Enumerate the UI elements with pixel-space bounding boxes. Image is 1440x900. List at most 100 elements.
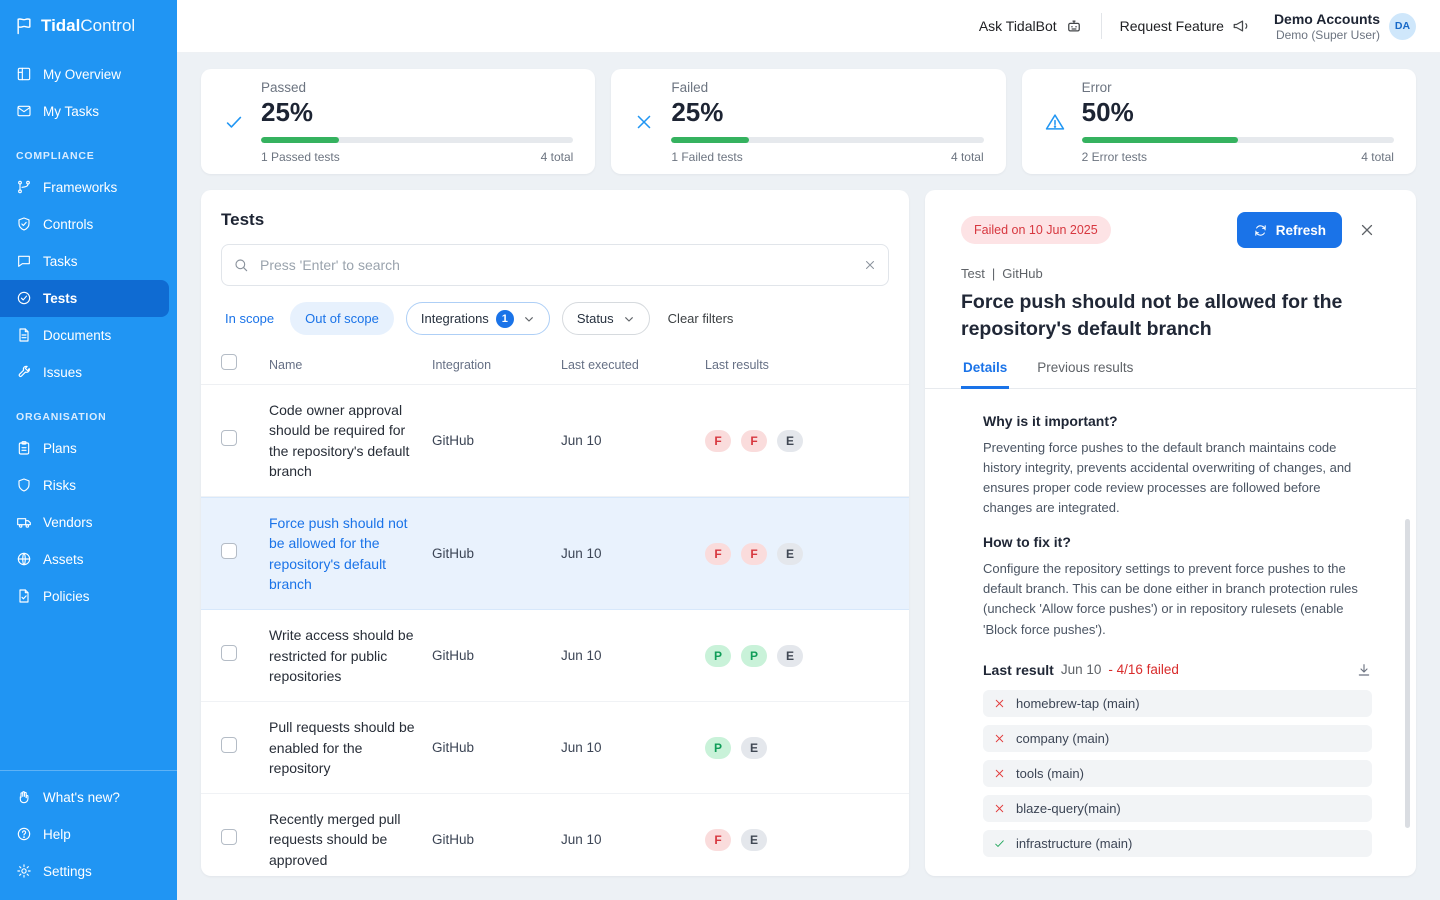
stat-percent: 25% <box>671 97 983 128</box>
x-icon <box>633 111 655 133</box>
repo-result-row: company (main) <box>983 725 1372 752</box>
result-badge-f: F <box>741 430 767 452</box>
request-feature-label: Request Feature <box>1120 18 1224 34</box>
row-checkbox[interactable] <box>221 430 237 446</box>
tests-table: Code owner approval should be required f… <box>201 385 909 876</box>
account-menu[interactable]: Demo Accounts Demo (Super User) DA <box>1274 11 1416 42</box>
test-last-executed: Jun 10 <box>561 648 705 663</box>
scrollbar-thumb[interactable] <box>1405 519 1410 828</box>
sidebar-item-frameworks[interactable]: Frameworks <box>0 169 169 206</box>
result-badge-f: F <box>705 543 731 565</box>
x-icon <box>993 802 1006 815</box>
column-header-last-executed: Last executed <box>561 358 705 372</box>
close-icon[interactable] <box>1358 221 1376 239</box>
test-last-executed: Jun 10 <box>561 740 705 755</box>
row-checkbox[interactable] <box>221 737 237 753</box>
search-box <box>221 244 889 286</box>
stat-total: 4 total <box>951 150 984 164</box>
sidebar-section-heading: ORGANISATION <box>0 391 177 430</box>
tab-details[interactable]: Details <box>961 360 1009 389</box>
column-header-last-results: Last results <box>705 358 889 372</box>
details-scroll-area: Why is it important? Preventing force pu… <box>925 389 1416 876</box>
test-last-results: FFE <box>705 543 889 565</box>
table-row[interactable]: Code owner approval should be required f… <box>201 385 909 497</box>
stat-total: 4 total <box>541 150 574 164</box>
filter-out-of-scope[interactable]: Out of scope <box>290 302 394 335</box>
sidebar-item-vendors[interactable]: Vendors <box>0 504 169 541</box>
topbar: Ask TidalBot Request Feature Demo Accoun… <box>177 0 1440 53</box>
row-checkbox[interactable] <box>221 645 237 661</box>
sidebar-item-settings[interactable]: Settings <box>0 853 177 890</box>
sidebar-item-my-tasks[interactable]: My Tasks <box>0 93 169 130</box>
test-integration: GitHub <box>432 546 561 561</box>
sidebar-item-plans[interactable]: Plans <box>0 430 169 467</box>
sidebar-item-controls[interactable]: Controls <box>0 206 169 243</box>
result-badge-p: P <box>741 645 767 667</box>
check-icon <box>223 111 245 133</box>
table-row[interactable]: Write access should be restricted for pu… <box>201 610 909 702</box>
test-name: Write access should be restricted for pu… <box>269 625 432 686</box>
column-header-integration: Integration <box>432 358 561 372</box>
progress-fill <box>1082 137 1238 143</box>
sidebar-item-what-s-new[interactable]: What's new? <box>0 779 177 816</box>
main-content: Passed 25% 1 Passed tests 4 total Failed… <box>177 53 1440 900</box>
table-row[interactable]: Force push should not be allowed for the… <box>201 497 909 610</box>
sidebar-item-documents[interactable]: Documents <box>0 317 169 354</box>
sidebar-section-heading: COMPLIANCE <box>0 130 177 169</box>
filter-integrations[interactable]: Integrations 1 <box>406 302 550 335</box>
table-row[interactable]: Recently merged pull requests should be … <box>201 794 909 876</box>
wrench-icon <box>16 364 33 381</box>
row-checkbox[interactable] <box>221 543 237 559</box>
repo-result-row: blaze-query(main) <box>983 795 1372 822</box>
test-breadcrumb: Test | GitHub <box>961 266 1380 281</box>
test-integration: GitHub <box>432 433 561 448</box>
clipboard-icon <box>16 440 33 457</box>
repo-name: tools (main) <box>1016 766 1084 781</box>
last-result-row: Last result Jun 10 - 4/16 failed <box>983 662 1372 678</box>
sidebar-item-my-overview[interactable]: My Overview <box>0 56 169 93</box>
stat-label: Passed <box>261 80 573 95</box>
request-feature-button[interactable]: Request Feature <box>1120 17 1250 35</box>
chat-icon <box>16 253 33 270</box>
sidebar-item-tests[interactable]: Tests <box>0 280 169 317</box>
row-checkbox[interactable] <box>221 829 237 845</box>
search-icon <box>233 257 249 273</box>
ask-tidalbot-button[interactable]: Ask TidalBot <box>979 17 1083 35</box>
download-icon[interactable] <box>1356 662 1372 678</box>
clear-filters-button[interactable]: Clear filters <box>662 302 740 335</box>
sidebar-item-help[interactable]: Help <box>0 816 177 853</box>
search-input[interactable] <box>221 244 889 286</box>
brand-name-bold: Tidal <box>41 16 80 35</box>
repo-results-list: homebrew-tap (main) company (main) tools… <box>983 690 1372 857</box>
tab-previous-results[interactable]: Previous results <box>1035 360 1135 389</box>
fix-text: Configure the repository settings to pre… <box>983 559 1372 640</box>
account-role: Demo (Super User) <box>1274 28 1380 42</box>
search-clear-icon[interactable] <box>863 258 877 272</box>
details-tabs: Details Previous results <box>925 360 1416 389</box>
select-all-checkbox[interactable] <box>221 354 237 370</box>
result-badge-e: E <box>741 737 767 759</box>
stat-card-passed: Passed 25% 1 Passed tests 4 total <box>201 69 595 174</box>
sidebar-nav: My Overview My Tasks COMPLIANCE Framewor… <box>0 50 177 770</box>
avatar: DA <box>1389 13 1416 40</box>
stat-count: 1 Failed tests <box>671 150 742 164</box>
filter-status[interactable]: Status <box>562 302 650 335</box>
sidebar-item-risks[interactable]: Risks <box>0 467 169 504</box>
column-header-name: Name <box>269 358 432 372</box>
branch-icon <box>16 179 33 196</box>
sidebar-item-issues[interactable]: Issues <box>0 354 169 391</box>
test-integration-label: GitHub <box>1002 266 1042 281</box>
table-row[interactable]: Pull requests should be enabled for the … <box>201 702 909 794</box>
sidebar-item-assets[interactable]: Assets <box>0 541 169 578</box>
x-icon <box>993 732 1006 745</box>
sidebar-item-policies[interactable]: Policies <box>0 578 169 615</box>
topbar-divider <box>1101 13 1102 39</box>
refresh-button[interactable]: Refresh <box>1237 212 1342 248</box>
sidebar-item-tasks[interactable]: Tasks <box>0 243 169 280</box>
stat-count: 2 Error tests <box>1082 150 1147 164</box>
file-check-icon <box>16 588 33 605</box>
check-circle-icon <box>16 290 33 307</box>
warning-icon <box>1044 111 1066 133</box>
filter-in-scope[interactable]: In scope <box>221 302 278 335</box>
stat-count: 1 Passed tests <box>261 150 340 164</box>
